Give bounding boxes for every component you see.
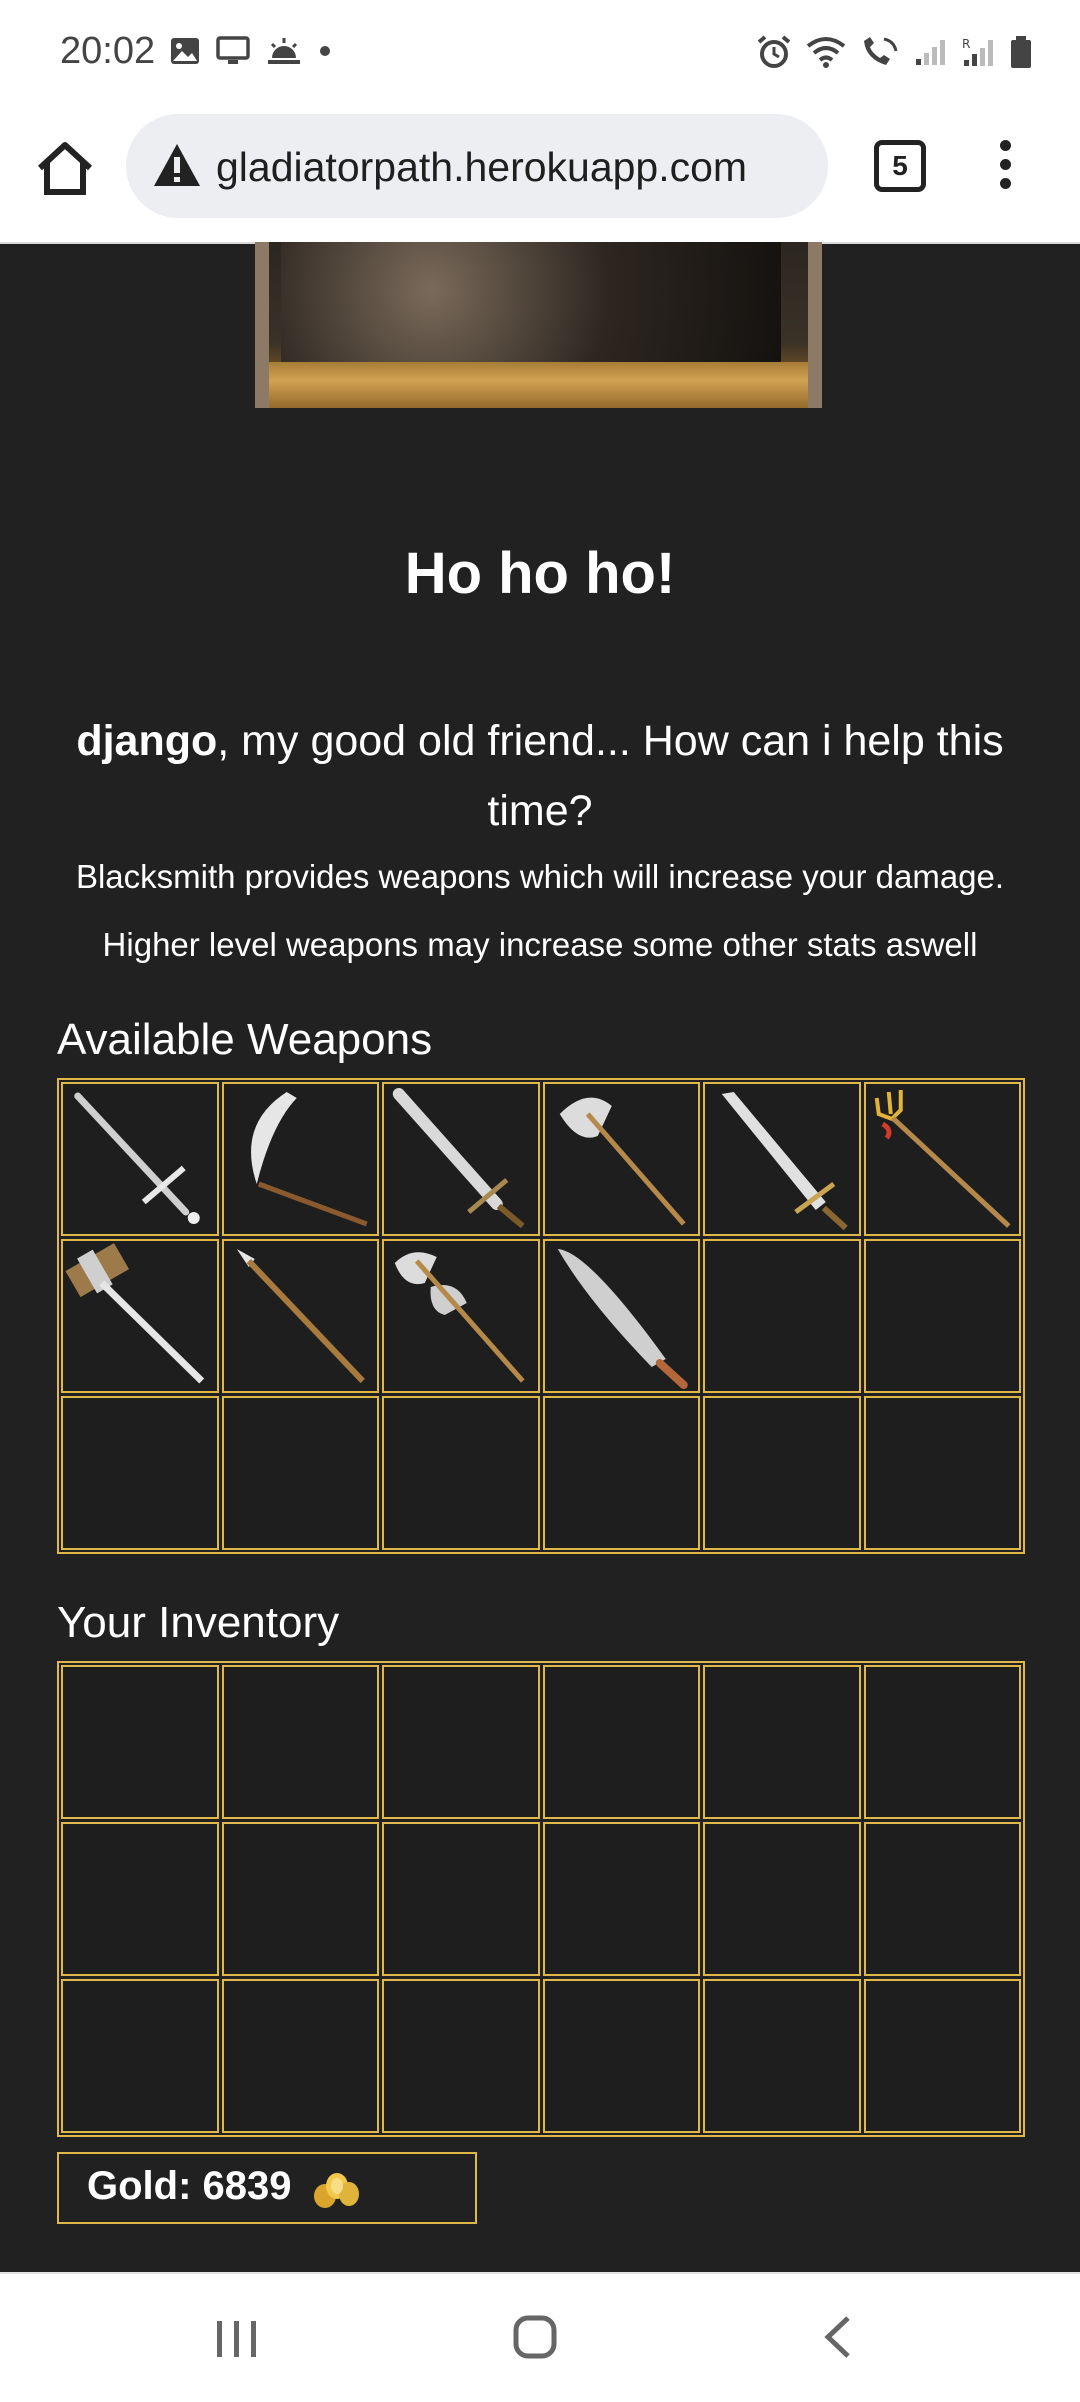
player-name: django: [76, 717, 218, 765]
machete-icon: [557, 1249, 688, 1389]
signal-roaming-icon: R: [962, 37, 993, 66]
weapon-slot-great-sword[interactable]: [703, 1082, 861, 1236]
status-time: 20:02: [60, 30, 156, 72]
weapon-slot-long-sword[interactable]: [61, 1082, 219, 1236]
weapon-slot-spear[interactable]: [221, 1239, 379, 1393]
address-bar[interactable]: gladiatorpath.herokuapp.com: [126, 114, 828, 218]
status-bar: 20:02 R: [0, 0, 1080, 108]
inventory-slot-empty[interactable]: [61, 1979, 219, 2133]
description-line-2: Higher level weapons may increase some o…: [102, 926, 978, 963]
status-left-icons: [170, 36, 332, 66]
inventory-slot-empty[interactable]: [221, 1979, 379, 2133]
trident-icon: [874, 1090, 1010, 1228]
inventory-slot-empty[interactable]: [61, 1665, 219, 1819]
scythe-icon: [250, 1092, 368, 1227]
browser-toolbar: gladiatorpath.herokuapp.com 5: [0, 108, 1080, 244]
nav-back-icon[interactable]: [818, 2314, 858, 2360]
weapon-slot-empty[interactable]: [382, 1396, 540, 1550]
inventory-slot-empty[interactable]: [542, 1979, 700, 2133]
long-sword-icon: [74, 1092, 200, 1224]
inventory-slot-empty[interactable]: [221, 1665, 379, 1819]
inventory-grid: [57, 1661, 1025, 2137]
recent-apps-icon[interactable]: [214, 2318, 260, 2360]
warning-icon[interactable]: [152, 142, 202, 188]
gold-coins-icon: [313, 2173, 359, 2209]
dot-icon: [320, 46, 330, 56]
war-hammer-icon: [65, 1243, 205, 1384]
weapon-slot-empty[interactable]: [61, 1396, 219, 1550]
signal-icon: [916, 40, 945, 65]
inventory-slot-empty[interactable]: [863, 1665, 1021, 1819]
description-line-1: Blacksmith provides weapons which will i…: [75, 858, 1005, 895]
page-title: Ho ho ho!: [404, 541, 676, 606]
great-sword-icon: [721, 1092, 848, 1231]
gold-label: Gold: 6839: [87, 2164, 292, 2208]
weapon-slot-empty[interactable]: [863, 1396, 1021, 1550]
broad-sword-icon: [392, 1088, 525, 1229]
wifi-icon: [806, 37, 846, 68]
weapon-slot-war-hammer[interactable]: [61, 1239, 219, 1393]
weapon-slot-trident[interactable]: [863, 1082, 1021, 1236]
greeting-text: django, my good old friend... How can i …: [40, 706, 1040, 846]
inventory-slot-empty[interactable]: [221, 1822, 379, 1976]
alarm-icon: [757, 35, 791, 68]
nav-home-icon[interactable]: [512, 2314, 558, 2360]
battle-axe-icon: [559, 1097, 686, 1226]
weapon-slot-double-axe[interactable]: [382, 1239, 540, 1393]
inventory-slot-empty[interactable]: [382, 1822, 540, 1976]
system-nav-bar: [0, 2272, 1080, 2402]
weapon-slot-machete[interactable]: [542, 1239, 700, 1393]
inventory-slot-empty[interactable]: [863, 1822, 1021, 1976]
inventory-slot-empty[interactable]: [542, 1822, 700, 1976]
weapon-slot-scythe[interactable]: [221, 1082, 379, 1236]
inventory-slot-empty[interactable]: [542, 1665, 700, 1819]
weapon-slot-empty[interactable]: [221, 1396, 379, 1550]
svg-text:R: R: [962, 37, 970, 51]
weapon-slot-broad-sword[interactable]: [382, 1082, 540, 1236]
home-icon[interactable]: [32, 136, 98, 202]
inventory-slot-empty[interactable]: [703, 1822, 861, 1976]
greeting-message: , my good old friend... How can i help t…: [217, 717, 1004, 835]
inventory-title: Your Inventory: [57, 1598, 340, 1647]
wifi-call-icon: [864, 37, 898, 65]
weapon-slot-empty[interactable]: [542, 1396, 700, 1550]
blacksmith-banner-image: [255, 242, 822, 408]
url-text[interactable]: gladiatorpath.herokuapp.com: [216, 144, 816, 191]
spear-icon: [236, 1249, 365, 1384]
weather-icon: [268, 38, 300, 64]
weapon-slot-battle-axe[interactable]: [542, 1082, 700, 1236]
gold-display: Gold: 6839: [57, 2152, 477, 2224]
inventory-slot-empty[interactable]: [703, 1665, 861, 1819]
weapon-slot-empty[interactable]: [863, 1239, 1021, 1393]
inventory-slot-empty[interactable]: [382, 1979, 540, 2133]
inventory-slot-empty[interactable]: [61, 1822, 219, 1976]
available-weapons-title: Available Weapons: [57, 1015, 433, 1064]
inventory-slot-empty[interactable]: [703, 1979, 861, 2133]
image-icon: [171, 38, 199, 64]
available-weapons-grid: [57, 1078, 1025, 1554]
inventory-slot-empty[interactable]: [382, 1665, 540, 1819]
battery-icon: [1011, 36, 1031, 68]
overflow-menu-icon[interactable]: [990, 140, 1020, 200]
monitor-icon: [216, 36, 250, 64]
tab-switcher-button[interactable]: 5: [874, 140, 926, 192]
weapon-slot-empty[interactable]: [703, 1239, 861, 1393]
double-axe-icon: [394, 1252, 525, 1383]
status-right-icons: R: [756, 34, 1032, 70]
inventory-slot-empty[interactable]: [863, 1979, 1021, 2133]
weapon-slot-empty[interactable]: [703, 1396, 861, 1550]
